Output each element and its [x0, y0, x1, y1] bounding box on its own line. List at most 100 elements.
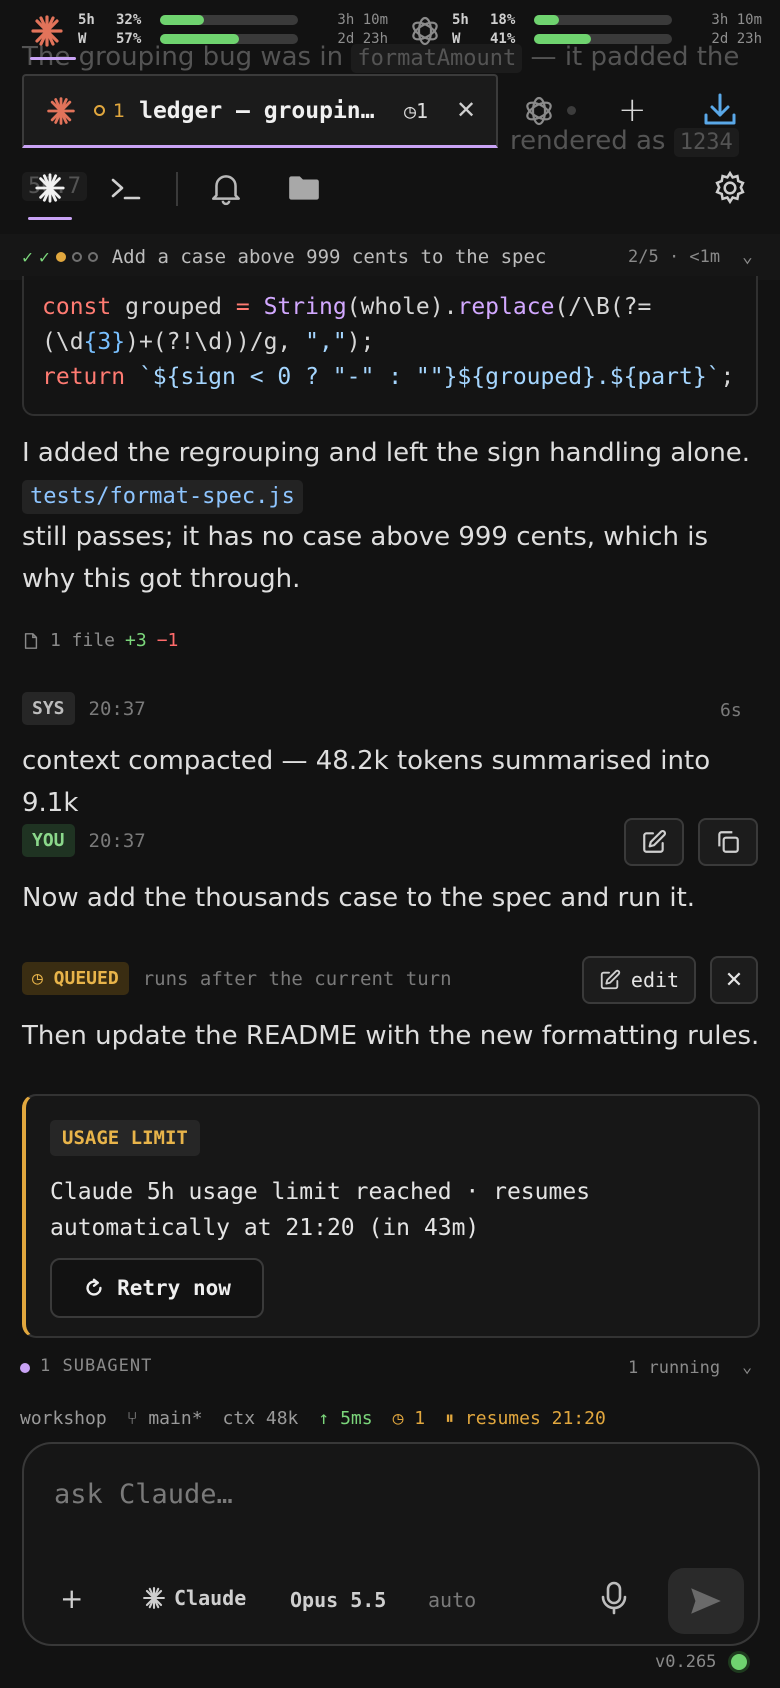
code-token: = [235, 294, 264, 320]
edit-label: edit [630, 968, 680, 992]
claude-logo-icon [47, 96, 75, 125]
subagent-row[interactable]: 1 SUBAGENT 1 running ⌄ [20, 1355, 760, 1381]
code-block: const grouped = String(whole).replace(/\… [22, 276, 758, 416]
usage-openai[interactable]: 5h 18% 3h 10m W 41% 2d 23h [390, 0, 780, 62]
usage-reset-time: 2d 23h [337, 31, 388, 47]
sys-duration: 6s [720, 700, 742, 721]
model-selector[interactable]: Opus 5.5 [290, 1588, 386, 1612]
session-tabs: 1 ledger — groupin… ◷1 ✕ + [0, 74, 780, 150]
terminal-button[interactable] [106, 168, 146, 208]
sys-message-text: context compacted — 48.2k tokens summari… [22, 746, 711, 818]
usage-reset-time: 2d 23h [711, 31, 762, 47]
code-token: {3} [83, 329, 126, 355]
tab-queued-count: 1 [113, 99, 126, 122]
attach-button[interactable]: + [60, 1582, 83, 1615]
step-done-icon: ✓ [22, 246, 33, 268]
retry-label: Retry now [117, 1276, 231, 1300]
usage-label: W [452, 31, 461, 47]
usage-bar-fill [534, 15, 559, 25]
code-token: String [263, 294, 347, 320]
code-token: const [42, 294, 112, 320]
sys-badge: SYS [22, 692, 75, 725]
cancel-queued-button[interactable]: ✕ [710, 956, 758, 1004]
usage-limit-card: USAGE LIMIT Claude 5h usage limit reache… [22, 1094, 760, 1338]
step-pending-icon [87, 252, 98, 262]
context-size: ctx 48k [222, 1408, 299, 1429]
code-token: (/ [554, 294, 583, 320]
folder-icon [289, 176, 319, 200]
code-token: (\d [42, 329, 84, 355]
chevron-down-icon[interactable]: ⌄ [742, 246, 753, 267]
tab-ledger[interactable]: 1 ledger — groupin… ◷1 ✕ [22, 74, 498, 148]
tab-close-button[interactable]: ✕ [456, 96, 476, 124]
file-change-summary[interactable]: 1 file +3 −1 [22, 630, 178, 651]
usage-limit-badge: USAGE LIMIT [50, 1120, 200, 1156]
copy-message-button[interactable] [698, 818, 758, 866]
usage-row-5h: 5h 18% 3h 10m [452, 12, 762, 28]
code-token: ; [720, 364, 735, 390]
refresh-icon [86, 1278, 102, 1296]
queued-header: ◷ QUEUED runs after the current turn [22, 962, 452, 995]
tab-title: ledger — groupin… [139, 97, 375, 124]
send-button[interactable] [668, 1568, 744, 1634]
agent-button[interactable] [30, 168, 70, 208]
bell-icon [212, 175, 240, 206]
retry-now-button[interactable]: Retry now [50, 1258, 264, 1318]
edit-icon [600, 969, 621, 990]
file-icon [24, 632, 38, 649]
code-token: "," [305, 329, 347, 355]
status-line: workshop ⑂ main* ctx 48k ↑ 5ms ◷ 1 ⏸ res… [20, 1408, 780, 1434]
lines-added: +3 [125, 630, 147, 651]
composer: + Claude Opus 5.5 auto [22, 1442, 760, 1646]
workspace-name[interactable]: workshop [20, 1408, 107, 1434]
sys-header: SYS 20:37 [22, 692, 146, 725]
edit-queued-button[interactable]: edit [582, 956, 696, 1004]
app-root: The grouping bug was in formatAmount — i… [0, 0, 780, 1688]
mode-selector[interactable]: auto [428, 1588, 476, 1612]
active-provider-indicator [30, 57, 76, 60]
usage-percent: 41% [490, 31, 516, 47]
new-tab-button[interactable]: + [618, 90, 647, 130]
task-progress[interactable]: ✓ ✓ Add a case above 999 cents to the sp… [0, 234, 780, 280]
code-token: ). [429, 294, 458, 320]
file-chip[interactable]: tests/format-spec.js [22, 480, 303, 514]
queued-message-text: Then update the README with the new form… [22, 1021, 760, 1051]
agent-selector[interactable]: Claude [142, 1586, 246, 1610]
usage-bar [534, 34, 672, 44]
connection-status-dot [728, 1651, 750, 1673]
git-branch[interactable]: ⑂ main* [127, 1408, 203, 1434]
usage-row-5h: 5h 32% 3h 10m [78, 12, 388, 28]
edit-message-button[interactable] [624, 818, 684, 866]
code-token: ))/g, [222, 329, 306, 355]
terminal-icon [111, 178, 141, 200]
download-icon[interactable] [700, 90, 740, 130]
openai-tab-icon[interactable] [522, 94, 556, 128]
code-token: ); [346, 329, 375, 355]
chevron-down-icon[interactable]: ⌄ [742, 1357, 752, 1377]
code-token: replace [457, 294, 555, 320]
user-message-text: Now add the thousands case to the spec a… [22, 883, 696, 913]
usage-bar [160, 15, 298, 25]
send-icon [691, 1588, 721, 1614]
message-text: I added the regrouping and left the sign… [22, 438, 751, 468]
code-token: \d [194, 329, 223, 355]
microphone-icon[interactable] [598, 1580, 630, 1616]
code-token: (?= [609, 294, 652, 320]
usage-percent: 32% [116, 12, 142, 28]
you-header: YOU 20:37 [22, 824, 146, 857]
lines-removed: −1 [156, 630, 179, 651]
app-version: v0.265 [655, 1652, 717, 1672]
copy-icon [718, 831, 739, 853]
code-token: )+(?! [125, 329, 195, 355]
files-button[interactable] [284, 168, 324, 208]
code-token: return [42, 364, 126, 390]
usage-claude[interactable]: 5h 32% 3h 10m W 57% 2d 23h [0, 0, 390, 62]
settings-button[interactable] [710, 168, 750, 208]
queued-note: runs after the current turn [142, 967, 452, 990]
notifications-button[interactable] [206, 168, 246, 208]
prompt-input[interactable] [54, 1472, 714, 1516]
agent-label: Claude [174, 1586, 247, 1610]
usage-reset-time: 3h 10m [711, 12, 762, 28]
claude-logo-icon [31, 15, 63, 47]
edit-icon [643, 830, 666, 853]
